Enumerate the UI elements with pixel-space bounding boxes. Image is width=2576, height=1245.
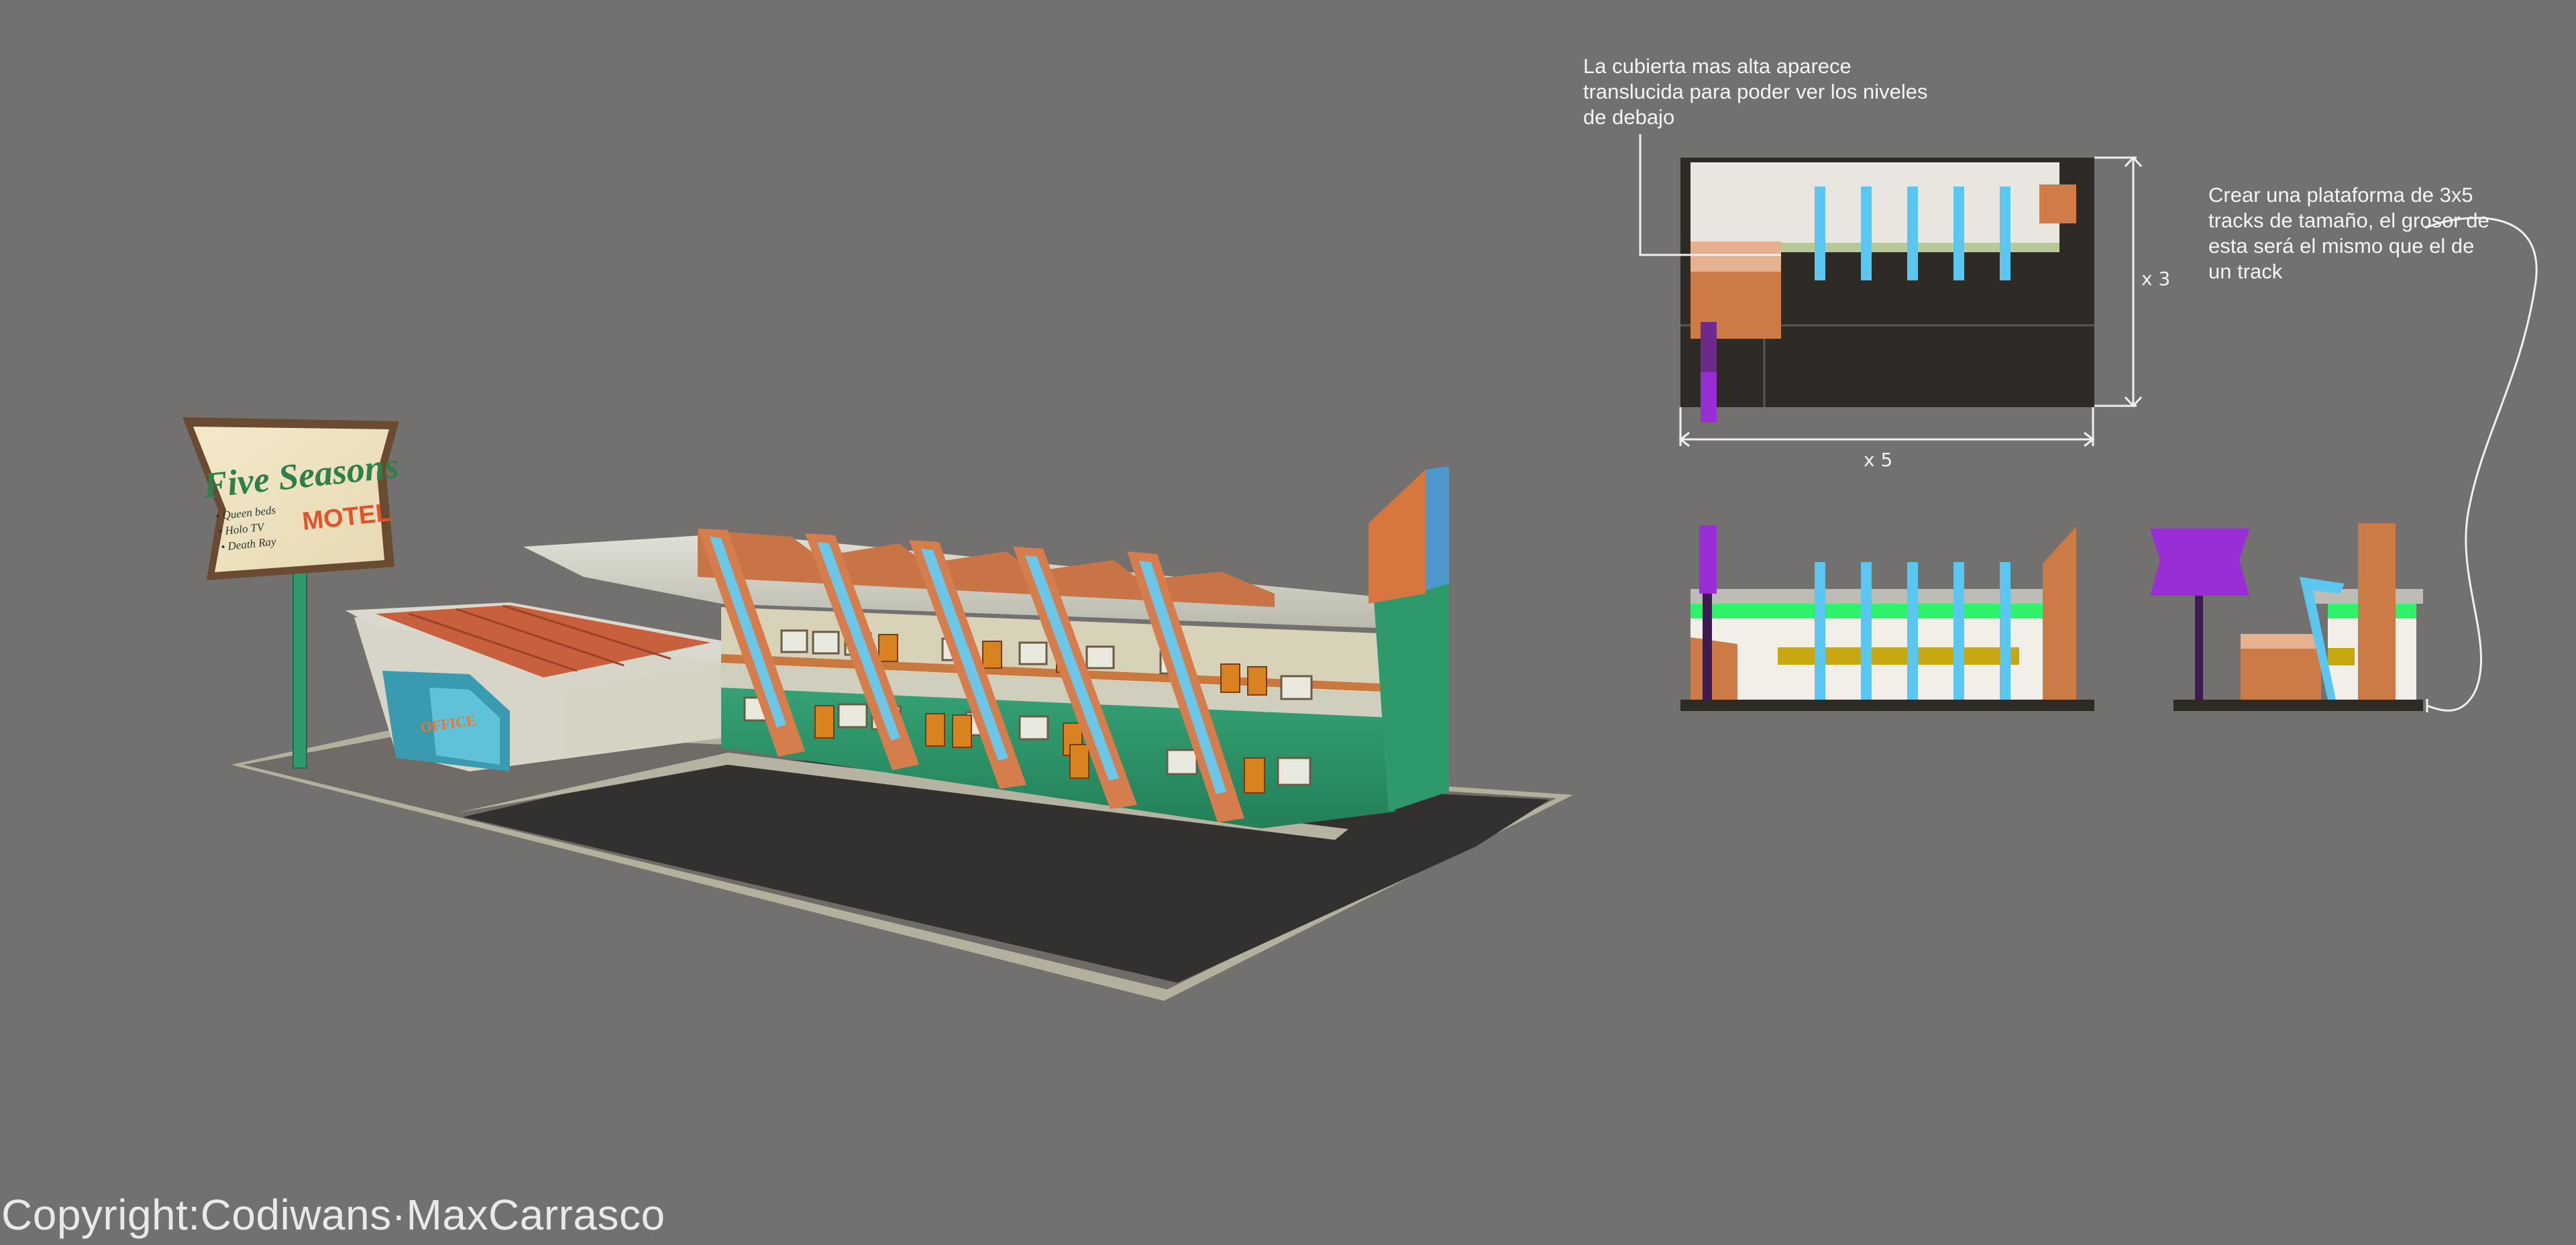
- right-note-leader: [2424, 217, 2538, 712]
- front-base: [1680, 700, 2094, 711]
- motel-illustration: OFFICE: [231, 466, 1573, 1001]
- front-purple-sign: [1699, 525, 1717, 594]
- right-note: Crear una plataforma de 3x5 tracks de ta…: [2208, 183, 2489, 283]
- dimension-width-label: x 5: [1864, 449, 1892, 471]
- front-orange-wedge: [1690, 637, 1737, 700]
- scene-canvas: OFFICE Five Seasons MOTEL • Queen beds •…: [182, 134, 2538, 1001]
- motel-sign: Five Seasons MOTEL • Queen beds • Holo T…: [182, 417, 400, 769]
- front-purple-pole: [1703, 594, 1712, 700]
- front-orange-tower: [2043, 527, 2076, 700]
- end-tower-blue: [1426, 466, 1449, 590]
- top-view-diagram: x 3 x 5: [1639, 134, 2170, 471]
- side-orange-tower: [2358, 523, 2396, 700]
- front-yellow-band: [1778, 647, 2019, 665]
- side-office-box: [2241, 649, 2321, 700]
- top-note: La cubierta mas alta aparece translucida…: [1583, 54, 1928, 129]
- front-elevation-diagram: [1680, 525, 2094, 711]
- side-purple-sign: [2150, 529, 2249, 596]
- side-yellow-band: [2328, 648, 2355, 665]
- dimension-height-label: x 3: [2141, 268, 2170, 290]
- end-tower-top: [1368, 470, 1426, 604]
- copyright-text: Copyright:Codiwans·MaxCarrasco: [1, 1191, 665, 1239]
- side-office-light: [2241, 634, 2321, 649]
- sign-pole: [292, 543, 307, 769]
- side-elevation-diagram: [2150, 523, 2423, 711]
- top-view-corner-box: [2039, 184, 2076, 223]
- top-view-orange-light: [1690, 241, 1781, 272]
- side-purple-pole: [2195, 596, 2203, 700]
- side-base: [2174, 700, 2423, 711]
